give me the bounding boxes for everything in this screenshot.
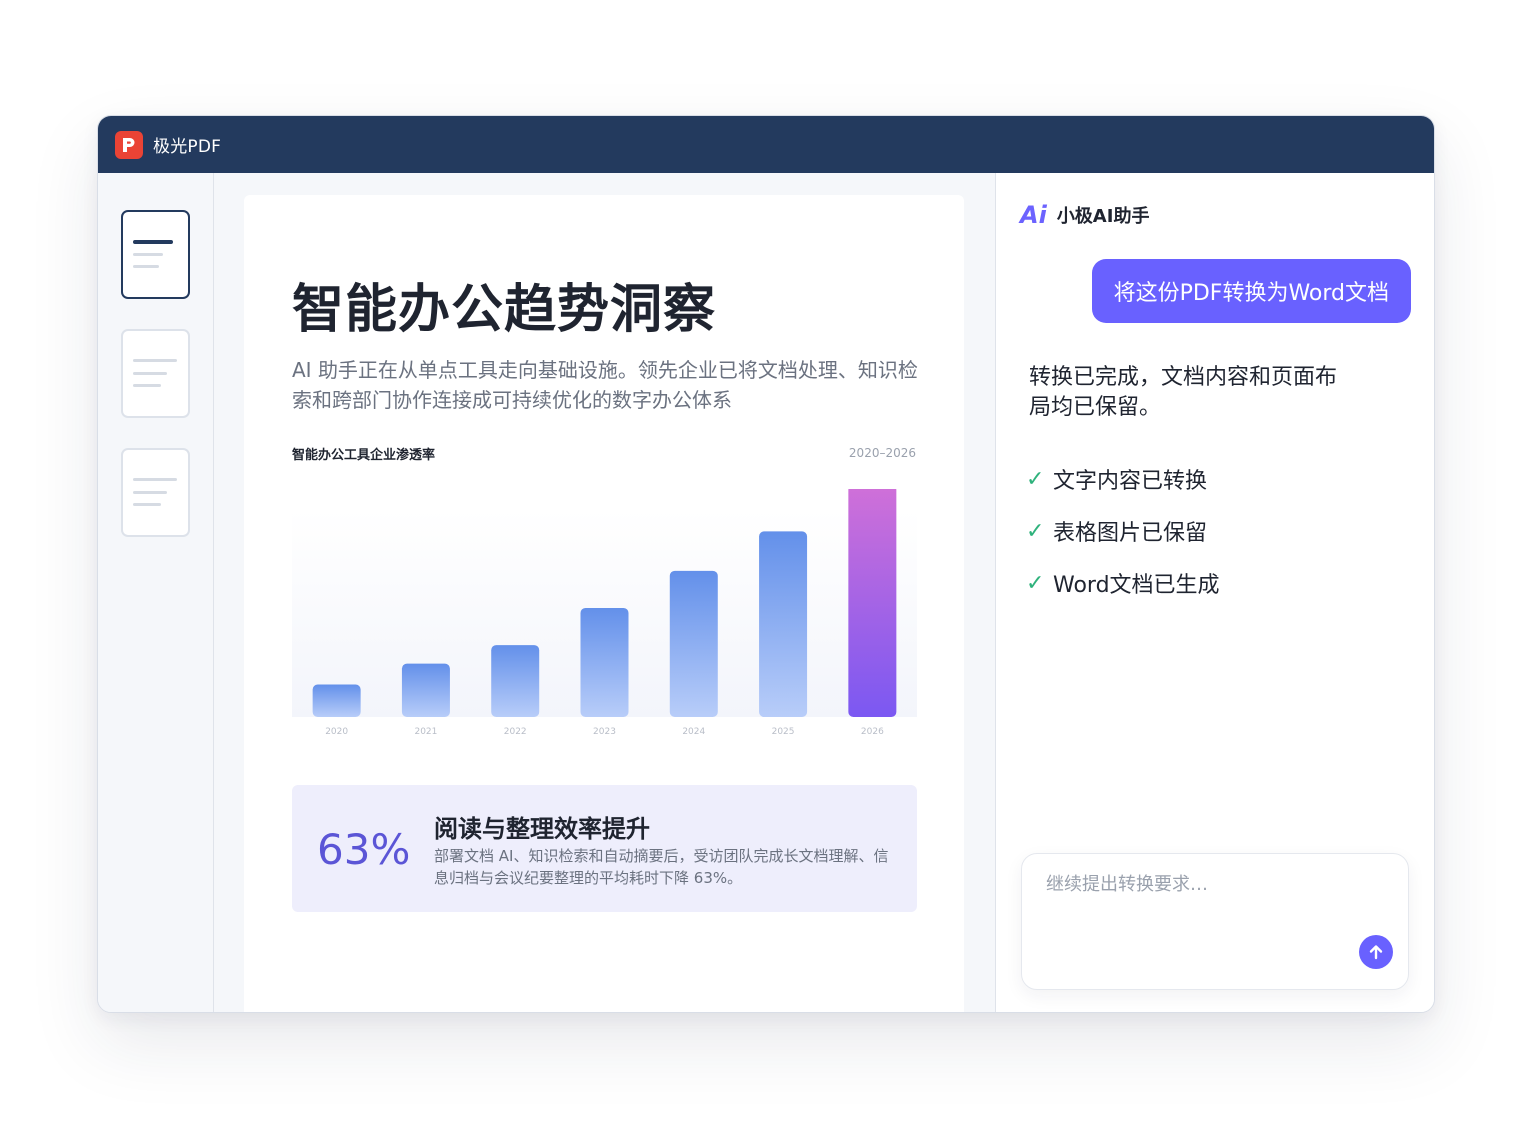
penetration-bar-chart: 2020 2021 2022 2023 2024 2025 2026: [292, 489, 917, 737]
stat-callout: 63% 阅读与整理效率提升 部署文档 AI、知识检索和自动摘要后，受访团队完成长…: [292, 785, 917, 912]
title-bar: 极光PDF: [98, 116, 1434, 173]
send-button[interactable]: [1359, 935, 1393, 969]
check-icon: ✓: [1026, 518, 1045, 544]
pdf-p-icon: [123, 137, 135, 152]
x-tick-label: 2023: [593, 727, 616, 737]
stat-description: 部署文档 AI、知识检索和自动摘要后，受访团队完成长文档理解、信息归档与会议纪要…: [434, 847, 889, 887]
chart-bar-2022: [491, 645, 540, 717]
checklist-label: 文字内容已转换: [1053, 469, 1208, 494]
checklist-item: ✓ 表格图片已保留: [1026, 505, 1220, 557]
app-window: 极光PDF 智能办公趋势洞察 AI 助手正在从单点工具走向基础设施。领先企业已将…: [97, 115, 1435, 1013]
stat-value: 63%: [317, 825, 411, 874]
chart-bar-2023: [580, 607, 629, 717]
check-icon: ✓: [1026, 570, 1045, 596]
chat-input-box[interactable]: [1021, 853, 1409, 990]
chart-bar-2024: [669, 570, 718, 717]
check-icon: ✓: [1026, 466, 1045, 492]
thumbnail-page-2[interactable]: [121, 329, 190, 418]
x-tick-label: 2021: [414, 727, 437, 737]
document-subtitle: AI 助手正在从单点工具走向基础设施。领先企业已将文档处理、知识检索和跨部门协作…: [292, 358, 918, 412]
thumbnail-page-1[interactable]: [121, 210, 190, 299]
thumbnail-page-3[interactable]: [121, 448, 190, 537]
chart-bar-2025: [759, 531, 808, 717]
x-tick-label: 2024: [682, 727, 705, 737]
chart-range: 2020–2026: [848, 446, 916, 460]
assistant-reply: 转换已完成，文档内容和页面布局均已保留。: [1029, 365, 1338, 420]
document-viewer[interactable]: 智能办公趋势洞察 AI 助手正在从单点工具走向基础设施。领先企业已将文档处理、知…: [214, 173, 996, 1012]
chart-bar-2021: [401, 663, 450, 717]
ai-assistant-panel: Ai 小极AI助手 将这份PDF转换为Word文档 转换已完成，文档内容和页面布…: [996, 173, 1434, 1012]
document-page: 智能办公趋势洞察 AI 助手正在从单点工具走向基础设施。领先企业已将文档处理、知…: [244, 195, 964, 1012]
chart-bar-2020: [312, 684, 361, 717]
document-title: 智能办公趋势洞察: [292, 280, 717, 340]
stat-heading: 阅读与整理效率提升: [434, 815, 650, 843]
chart-bar-2026: [848, 489, 897, 717]
app-logo-icon: [115, 130, 143, 159]
checklist-item: ✓ Word文档已生成: [1026, 557, 1220, 609]
app-title: 极光PDF: [153, 137, 222, 157]
assistant-name: 小极AI助手: [1056, 206, 1150, 227]
x-tick-label: 2025: [772, 727, 795, 737]
checklist-label: 表格图片已保留: [1053, 521, 1208, 546]
x-tick-label: 2026: [861, 727, 884, 737]
chat-input[interactable]: [1046, 874, 1366, 895]
page-thumbnails: [98, 173, 214, 1012]
checklist-item: ✓ 文字内容已转换: [1026, 453, 1220, 505]
arrow-up-icon: [1369, 945, 1383, 960]
user-message-bubble: 将这份PDF转换为Word文档: [1091, 259, 1411, 323]
checklist-label: Word文档已生成: [1053, 573, 1220, 598]
conversion-checklist: ✓ 文字内容已转换 ✓ 表格图片已保留 ✓ Word文档已生成: [1026, 453, 1220, 609]
ai-logo-icon: Ai: [1020, 201, 1047, 229]
x-tick-label: 2020: [325, 727, 348, 737]
ai-header: Ai 小极AI助手: [1020, 201, 1149, 229]
chart-title: 智能办公工具企业渗透率: [292, 448, 436, 463]
x-tick-label: 2022: [504, 727, 527, 737]
